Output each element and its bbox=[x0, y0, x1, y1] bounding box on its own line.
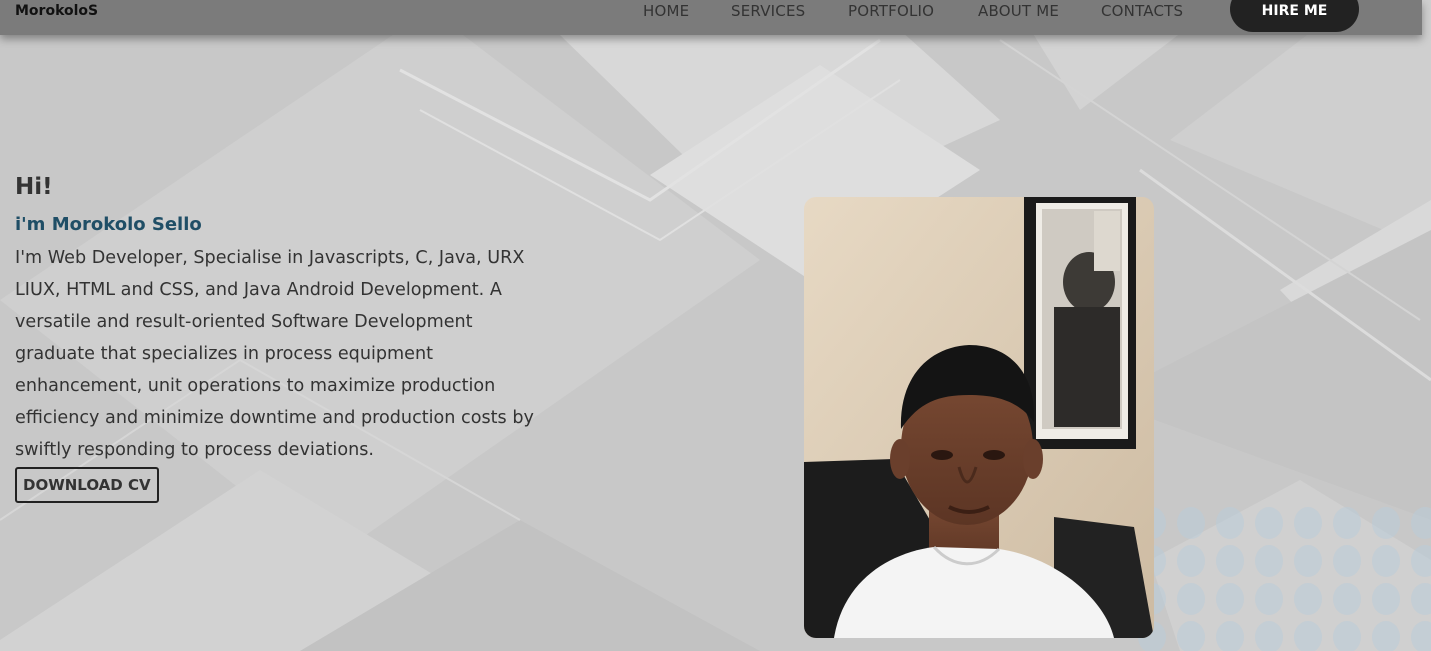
main-nav: HOME SERVICES PORTFOLIO ABOUT ME CONTACT… bbox=[0, 2, 1422, 22]
dot-pattern bbox=[1138, 507, 1431, 651]
nav-services-link[interactable]: SERVICES bbox=[731, 2, 805, 20]
profile-photo bbox=[804, 197, 1154, 638]
greeting-heading: Hi! bbox=[15, 174, 53, 200]
nav-about-link[interactable]: ABOUT ME bbox=[978, 2, 1059, 20]
download-cv-button[interactable]: DOWNLOAD CV bbox=[15, 467, 159, 503]
nav-contacts-link[interactable]: CONTACTS bbox=[1101, 2, 1183, 20]
hero-section: Hi! i'm Morokolo Sello I'm Web Developer… bbox=[15, 172, 575, 503]
bio-text: I'm Web Developer, Specialise in Javascr… bbox=[15, 248, 534, 460]
name-heading: i'm Morokolo Sello bbox=[15, 214, 202, 235]
nav-home-link[interactable]: HOME bbox=[643, 2, 689, 20]
top-navbar: MorokoloS HOME SERVICES PORTFOLIO ABOUT … bbox=[0, 0, 1422, 35]
nav-portfolio-link[interactable]: PORTFOLIO bbox=[848, 2, 934, 20]
hire-me-button[interactable]: HIRE ME bbox=[1230, 0, 1359, 32]
